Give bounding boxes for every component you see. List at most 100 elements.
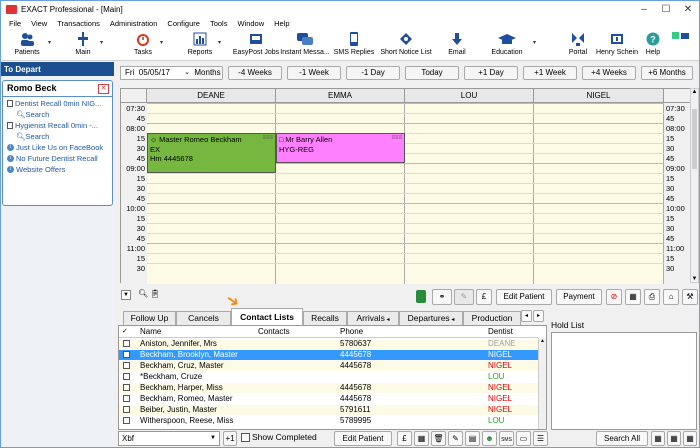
link-button[interactable]: ⚭ (432, 289, 452, 305)
dentist-recall-link[interactable]: Dentist Recall 0min NIG... (3, 98, 112, 109)
hold-remove-button[interactable]: ▦ (667, 431, 681, 446)
minus-1-day-button[interactable]: -1 Day (346, 66, 400, 80)
minus-4-weeks-button[interactable]: -4 Weeks (228, 66, 282, 80)
column-header-phone[interactable]: Phone (337, 326, 485, 338)
schedule-scrollbar[interactable]: ▲ ▼ (690, 88, 699, 283)
edit-patient-bottom-button[interactable]: Edit Patient (334, 431, 392, 446)
search-icon[interactable]: 🔍︎ (138, 289, 148, 298)
delete-bottom-button[interactable]: 🗑︎ (431, 431, 446, 446)
scroll-thumb[interactable] (692, 109, 697, 169)
collapse-dropdown-icon[interactable]: ▼ (121, 290, 131, 300)
payment-button[interactable]: Payment (556, 289, 602, 305)
menu-view[interactable]: View (26, 19, 52, 28)
tab-arrivals[interactable]: Arrivals ◂ (347, 311, 399, 325)
table-row[interactable]: Beiber, Justin, Master 5791611 NIGEL (119, 405, 538, 415)
hold-add-button[interactable]: ▦ (651, 431, 665, 446)
currency-bottom-button[interactable]: £ (397, 431, 412, 446)
tab-contact-lists[interactable]: Contact Lists (231, 308, 303, 326)
hold-list-box[interactable] (551, 332, 697, 430)
appointment-handle-icon[interactable]: ≡≡≡ (262, 134, 273, 143)
appointment-block[interactable]: ☺ Master Romeo Beckham EX Hm 4445678 ≡≡≡ (147, 133, 276, 173)
menu-tools[interactable]: Tools (205, 19, 233, 28)
toolbar-henry-schein-button[interactable]: Henry Schein (596, 30, 638, 60)
calendar-dropdown-icon[interactable]: ⌄ (184, 67, 190, 79)
row-checkbox[interactable] (123, 384, 130, 391)
menu-help[interactable]: Help (269, 19, 294, 28)
rooms-button[interactable]: ⌂ (663, 289, 679, 305)
filter-select[interactable]: Xbf ▼ (118, 431, 220, 446)
row-checkbox[interactable] (123, 362, 130, 369)
toolbar-education-button[interactable]: Education ▾ (490, 30, 536, 60)
row-checkbox[interactable] (123, 406, 130, 413)
scroll-up-icon[interactable]: ▲ (691, 89, 698, 97)
toolbar-patients-button[interactable]: Patients ▾ (9, 30, 51, 60)
appointment-block[interactable]: □ Mr Barry Allen HYG-REG ≡≡≡ (276, 133, 405, 163)
toolbar-main-button[interactable]: Main ▾ (69, 30, 103, 60)
calendar-bottom-button[interactable]: ▦ (414, 431, 429, 446)
tool-button[interactable]: ✎ (454, 289, 474, 305)
no-future-recall-link[interactable]: i No Future Dentist Recall (3, 153, 112, 164)
maximize-button[interactable]: ☐ (655, 2, 677, 16)
dentist-recall-search-link[interactable]: 🔍︎Search (3, 109, 112, 120)
minus-1-week-button[interactable]: -1 Week (287, 66, 341, 80)
increment-button[interactable]: +1 (223, 431, 237, 446)
table-row[interactable]: Beckham, Harper, Miss 4445678 NIGEL (119, 383, 538, 393)
provider-column-header[interactable]: EMMA (276, 89, 405, 103)
row-checkbox[interactable] (123, 351, 130, 358)
tab-scroll-right-button[interactable]: ▸ (533, 310, 544, 322)
pencil-bottom-button[interactable]: ✎ (448, 431, 463, 446)
toolbar-help-button[interactable]: ? Help (642, 30, 664, 60)
notes-bottom-button[interactable]: ▤ (465, 431, 480, 446)
scroll-down-icon[interactable]: ▼ (691, 276, 698, 282)
trash-icon[interactable] (416, 290, 426, 303)
table-row[interactable]: Beckham, Cruz, Master 4445678 NIGEL (119, 361, 538, 371)
toolbar-email-button[interactable]: Email (445, 30, 469, 60)
menu-configure[interactable]: Configure (162, 19, 205, 28)
facebook-link[interactable]: i Just Like Us on FaceBook (3, 142, 112, 153)
table-scrollbar[interactable]: ▲ (538, 338, 546, 429)
toolbar-easypost-button[interactable]: EasyPost Jobs (233, 30, 279, 60)
menu-window[interactable]: Window (232, 19, 269, 28)
table-row[interactable]: *Beckham, Cruze LOU (119, 372, 538, 382)
close-button[interactable]: ✕ (677, 2, 699, 16)
clipboard-icon[interactable]: 📋︎ (150, 289, 160, 298)
appointment-handle-icon[interactable]: ≡≡≡ (391, 134, 402, 143)
column-header-name[interactable]: Name (137, 326, 255, 338)
tab-production[interactable]: Production (463, 311, 521, 325)
row-checkbox[interactable] (123, 417, 130, 424)
plus-4-weeks-button[interactable]: +4 Weeks (582, 66, 636, 80)
row-checkbox[interactable] (123, 373, 130, 380)
date-picker[interactable]: Fri 05/05/17 ⌄ (120, 66, 194, 80)
today-button[interactable]: Today (405, 66, 459, 80)
table-row[interactable]: Beckham, Brooklyn, Master 4445678 NIGEL (119, 350, 538, 360)
months-back-button[interactable]: Months (193, 66, 223, 80)
toolbar-short-notice-button[interactable]: Short Notice List (380, 30, 432, 60)
close-patient-box-button[interactable]: ✕ (98, 84, 109, 94)
menu-file[interactable]: File (4, 19, 26, 28)
toolbar-instant-message-button[interactable]: Instant Messa... (280, 30, 330, 60)
row-checkbox[interactable] (123, 395, 130, 402)
hold-clear-button[interactable]: ▦ (683, 431, 697, 446)
toolbar-reports-button[interactable]: Reports ▾ (185, 30, 221, 60)
table-row[interactable]: Aniston, Jennifer, Mrs 5780637 DEANE (119, 339, 538, 349)
tab-scroll-left-button[interactable]: ◂ (521, 310, 532, 322)
list-bottom-button[interactable]: ☰ (533, 431, 548, 446)
people-bottom-button[interactable]: ☻ (482, 431, 497, 446)
print-button[interactable]: ⎙ (644, 289, 660, 305)
provider-column-header[interactable]: DEANE (147, 89, 276, 103)
toolbar-tasks-button[interactable]: Tasks ▾ (129, 30, 163, 60)
minimize-button[interactable]: – (633, 2, 655, 16)
tab-departures[interactable]: Departures ◂ (399, 311, 463, 325)
plus-1-week-button[interactable]: +1 Week (523, 66, 577, 80)
row-checkbox[interactable] (123, 340, 130, 347)
select-all-checkmark-icon[interactable]: ✓ (119, 326, 137, 338)
menu-administration[interactable]: Administration (105, 19, 163, 28)
sms-bottom-button[interactable]: SMS (499, 431, 514, 446)
toolbar-portal-button[interactable]: Portal (566, 30, 590, 60)
stop-button[interactable]: ⊘ (606, 289, 622, 305)
hygienist-recall-search-link[interactable]: 🔍︎Search (3, 131, 112, 142)
edit-patient-button[interactable]: Edit Patient (496, 289, 552, 305)
tools-button[interactable]: ⚒ (682, 289, 698, 305)
menu-transactions[interactable]: Transactions (52, 19, 105, 28)
currency-button[interactable]: £ (476, 289, 492, 305)
